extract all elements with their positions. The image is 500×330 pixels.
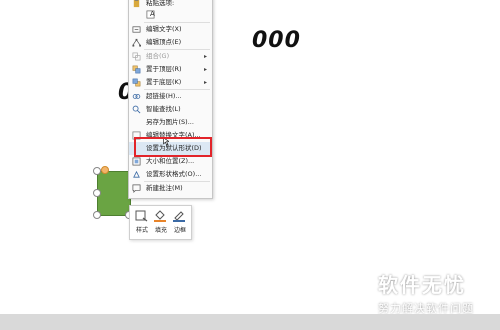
paste-icon bbox=[133, 0, 140, 8]
menu-item-label: 另存为图片(S)... bbox=[146, 118, 194, 126]
shape-handle-rotate[interactable] bbox=[101, 166, 109, 174]
menu-item-label: 编辑文字(X) bbox=[146, 25, 182, 33]
edit-points-icon bbox=[132, 38, 141, 47]
edit-text-icon bbox=[132, 26, 141, 33]
menu-item-label: 超链接(H)... bbox=[146, 92, 182, 100]
slide-canvas: 000 0 粘贴选项: A 编辑文字(X) 编辑顶点(E) 组合(G) ▸ 置于… bbox=[0, 0, 500, 330]
submenu-arrow-icon: ▸ bbox=[203, 53, 207, 60]
watermark: 软件无忧 努力解决软件问题 bbox=[378, 269, 488, 317]
shape-style-icon bbox=[135, 210, 148, 222]
menu-item-label: A bbox=[150, 10, 155, 18]
menu-item-save-as-picture[interactable]: 另存为图片(S)... bbox=[129, 116, 212, 129]
menu-item-label: 新建批注(M) bbox=[146, 184, 183, 192]
shape-handle-mid-left[interactable] bbox=[93, 189, 101, 197]
menu-item-label: 智能查找(L) bbox=[146, 105, 181, 113]
size-position-icon bbox=[132, 157, 141, 166]
mini-format-toolbar: 样式 填充 边框 bbox=[129, 205, 192, 240]
hyperlink-icon bbox=[132, 94, 141, 99]
group-icon bbox=[132, 52, 141, 61]
send-to-back-icon bbox=[132, 78, 141, 87]
context-menu: 粘贴选项: A 编辑文字(X) 编辑顶点(E) 组合(G) ▸ 置于顶层(R) … bbox=[128, 0, 213, 199]
menu-item-group[interactable]: 组合(G) ▸ bbox=[129, 50, 212, 63]
border-button[interactable]: 边框 bbox=[171, 210, 189, 236]
menu-item-send-to-back[interactable]: 置于底层(K) ▸ bbox=[129, 76, 212, 89]
submenu-arrow-icon: ▸ bbox=[203, 79, 207, 86]
menu-item-bring-to-front[interactable]: 置于顶层(R) ▸ bbox=[129, 63, 212, 76]
fill-button[interactable]: 填充 bbox=[152, 210, 170, 236]
highlight-annotation-box bbox=[134, 137, 212, 157]
new-comment-icon bbox=[132, 184, 141, 193]
menu-item-new-comment[interactable]: 新建批注(M) bbox=[129, 182, 212, 195]
menu-item-edit-text[interactable]: 编辑文字(X) bbox=[129, 23, 212, 36]
outline-pen-icon bbox=[173, 211, 185, 222]
shape-handle-top-left[interactable] bbox=[93, 167, 101, 175]
watermark-title: 软件无忧 bbox=[378, 273, 466, 297]
bring-to-front-icon bbox=[132, 65, 141, 74]
menu-item-label: 编辑顶点(E) bbox=[146, 38, 182, 46]
submenu-arrow-icon: ▸ bbox=[203, 66, 207, 73]
menu-item-label: 组合(G) bbox=[146, 52, 170, 60]
fill-label: 填充 bbox=[154, 227, 167, 234]
menu-item-label: 置于底层(K) bbox=[146, 78, 182, 86]
bottom-status-strip bbox=[0, 314, 500, 330]
menu-item-label: 置于顶层(R) bbox=[146, 65, 182, 73]
selected-green-shape[interactable] bbox=[97, 171, 131, 216]
menu-item-format-shape[interactable]: 设置形状格式(O)... bbox=[129, 168, 212, 181]
border-label: 边框 bbox=[173, 227, 186, 234]
style-button[interactable]: 样式 bbox=[133, 210, 151, 236]
format-shape-icon bbox=[133, 170, 140, 178]
menu-item-edit-points[interactable]: 编辑顶点(E) bbox=[129, 36, 212, 49]
menu-item-hyperlink[interactable]: 超链接(H)... bbox=[129, 90, 212, 103]
shape-handle-bottom-left[interactable] bbox=[93, 211, 101, 219]
style-label: 样式 bbox=[135, 227, 148, 234]
fill-bucket-icon bbox=[154, 210, 166, 222]
menu-item-label: 设置形状格式(O)... bbox=[146, 170, 202, 178]
menu-item-smart-lookup[interactable]: 智能查找(L) bbox=[129, 103, 212, 116]
slide-text-top[interactable]: 000 bbox=[252, 28, 301, 53]
menu-item-paste-text-only[interactable]: A bbox=[129, 8, 212, 22]
smart-lookup-icon bbox=[132, 105, 141, 114]
